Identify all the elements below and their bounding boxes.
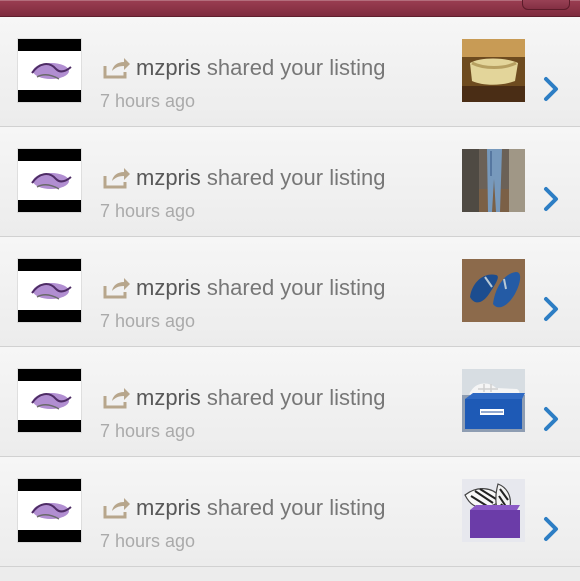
notification-row[interactable]: mzpris shared your listing 7 hours ago bbox=[0, 347, 580, 457]
avatar-logo bbox=[31, 63, 72, 80]
avatar-logo bbox=[31, 503, 72, 520]
timestamp: 7 hours ago bbox=[100, 91, 196, 111]
chevron-right-icon[interactable] bbox=[542, 185, 560, 213]
username[interactable]: mzpris bbox=[136, 165, 201, 190]
avatar-logo bbox=[31, 283, 72, 300]
action-text: shared your listing bbox=[206, 55, 386, 80]
avatar-top-stripe bbox=[18, 259, 81, 271]
notification-message: mzpris shared your listing bbox=[136, 494, 385, 522]
listing-image bbox=[462, 369, 525, 432]
avatar-bottom-stripe bbox=[18, 90, 81, 102]
notification-message: mzpris shared your listing bbox=[136, 274, 385, 302]
listing-image bbox=[462, 259, 525, 322]
avatar[interactable] bbox=[18, 259, 81, 322]
username[interactable]: mzpris bbox=[136, 55, 201, 80]
avatar-bottom-stripe bbox=[18, 310, 81, 322]
timestamp: 7 hours ago bbox=[100, 531, 196, 551]
avatar[interactable] bbox=[18, 39, 81, 102]
notification-row[interactable]: mzpris shared your listing 7 hours ago bbox=[0, 127, 580, 237]
avatar[interactable] bbox=[18, 369, 81, 432]
share-arrow-icon bbox=[103, 498, 130, 519]
avatar[interactable] bbox=[18, 149, 81, 212]
listing-thumbnail[interactable] bbox=[462, 149, 525, 212]
listing-thumbnail[interactable] bbox=[462, 259, 525, 322]
avatar-top-stripe bbox=[18, 149, 81, 161]
avatar[interactable] bbox=[18, 479, 81, 542]
action-text: shared your listing bbox=[206, 495, 386, 520]
share-arrow-icon bbox=[103, 168, 130, 189]
chevron-right-icon[interactable] bbox=[542, 75, 560, 103]
share-arrow-icon bbox=[103, 278, 130, 299]
username[interactable]: mzpris bbox=[136, 275, 201, 300]
timestamp: 7 hours ago bbox=[100, 421, 196, 441]
notification-row[interactable]: mzpris shared your listing 7 hours ago bbox=[0, 457, 580, 567]
action-text: shared your listing bbox=[206, 385, 386, 410]
avatar-logo bbox=[31, 173, 72, 190]
chevron-right-icon[interactable] bbox=[542, 405, 560, 433]
notification-row[interactable]: mzpris shared your listing 7 hours ago bbox=[0, 17, 580, 127]
top-bar-button[interactable] bbox=[522, 0, 570, 10]
username[interactable]: mzpris bbox=[136, 385, 201, 410]
username[interactable]: mzpris bbox=[136, 495, 201, 520]
action-text: shared your listing bbox=[206, 275, 386, 300]
share-arrow-icon bbox=[103, 58, 130, 79]
listing-thumbnail[interactable] bbox=[462, 369, 525, 432]
avatar-top-stripe bbox=[18, 369, 81, 381]
top-navigation-bar bbox=[0, 0, 580, 17]
timestamp: 7 hours ago bbox=[100, 201, 196, 221]
action-text: shared your listing bbox=[206, 165, 386, 190]
listing-thumbnail[interactable] bbox=[462, 479, 525, 542]
notification-message: mzpris shared your listing bbox=[136, 164, 385, 192]
avatar-bottom-stripe bbox=[18, 530, 81, 542]
avatar-bottom-stripe bbox=[18, 420, 81, 432]
listing-image bbox=[462, 149, 525, 212]
chevron-right-icon[interactable] bbox=[542, 295, 560, 323]
listing-thumbnail[interactable] bbox=[462, 39, 525, 102]
avatar-bottom-stripe bbox=[18, 200, 81, 212]
listing-image bbox=[462, 39, 525, 102]
avatar-logo bbox=[31, 393, 72, 410]
timestamp: 7 hours ago bbox=[100, 311, 196, 331]
avatar-top-stripe bbox=[18, 39, 81, 51]
chevron-right-icon[interactable] bbox=[542, 515, 560, 543]
notification-message: mzpris shared your listing bbox=[136, 384, 385, 412]
share-arrow-icon bbox=[103, 388, 130, 409]
avatar-top-stripe bbox=[18, 479, 81, 491]
notification-message: mzpris shared your listing bbox=[136, 54, 385, 82]
listing-image bbox=[462, 479, 525, 542]
notification-feed: mzpris shared your listing 7 hours ago m… bbox=[0, 17, 580, 581]
notification-row[interactable]: mzpris shared your listing 7 hours ago bbox=[0, 237, 580, 347]
